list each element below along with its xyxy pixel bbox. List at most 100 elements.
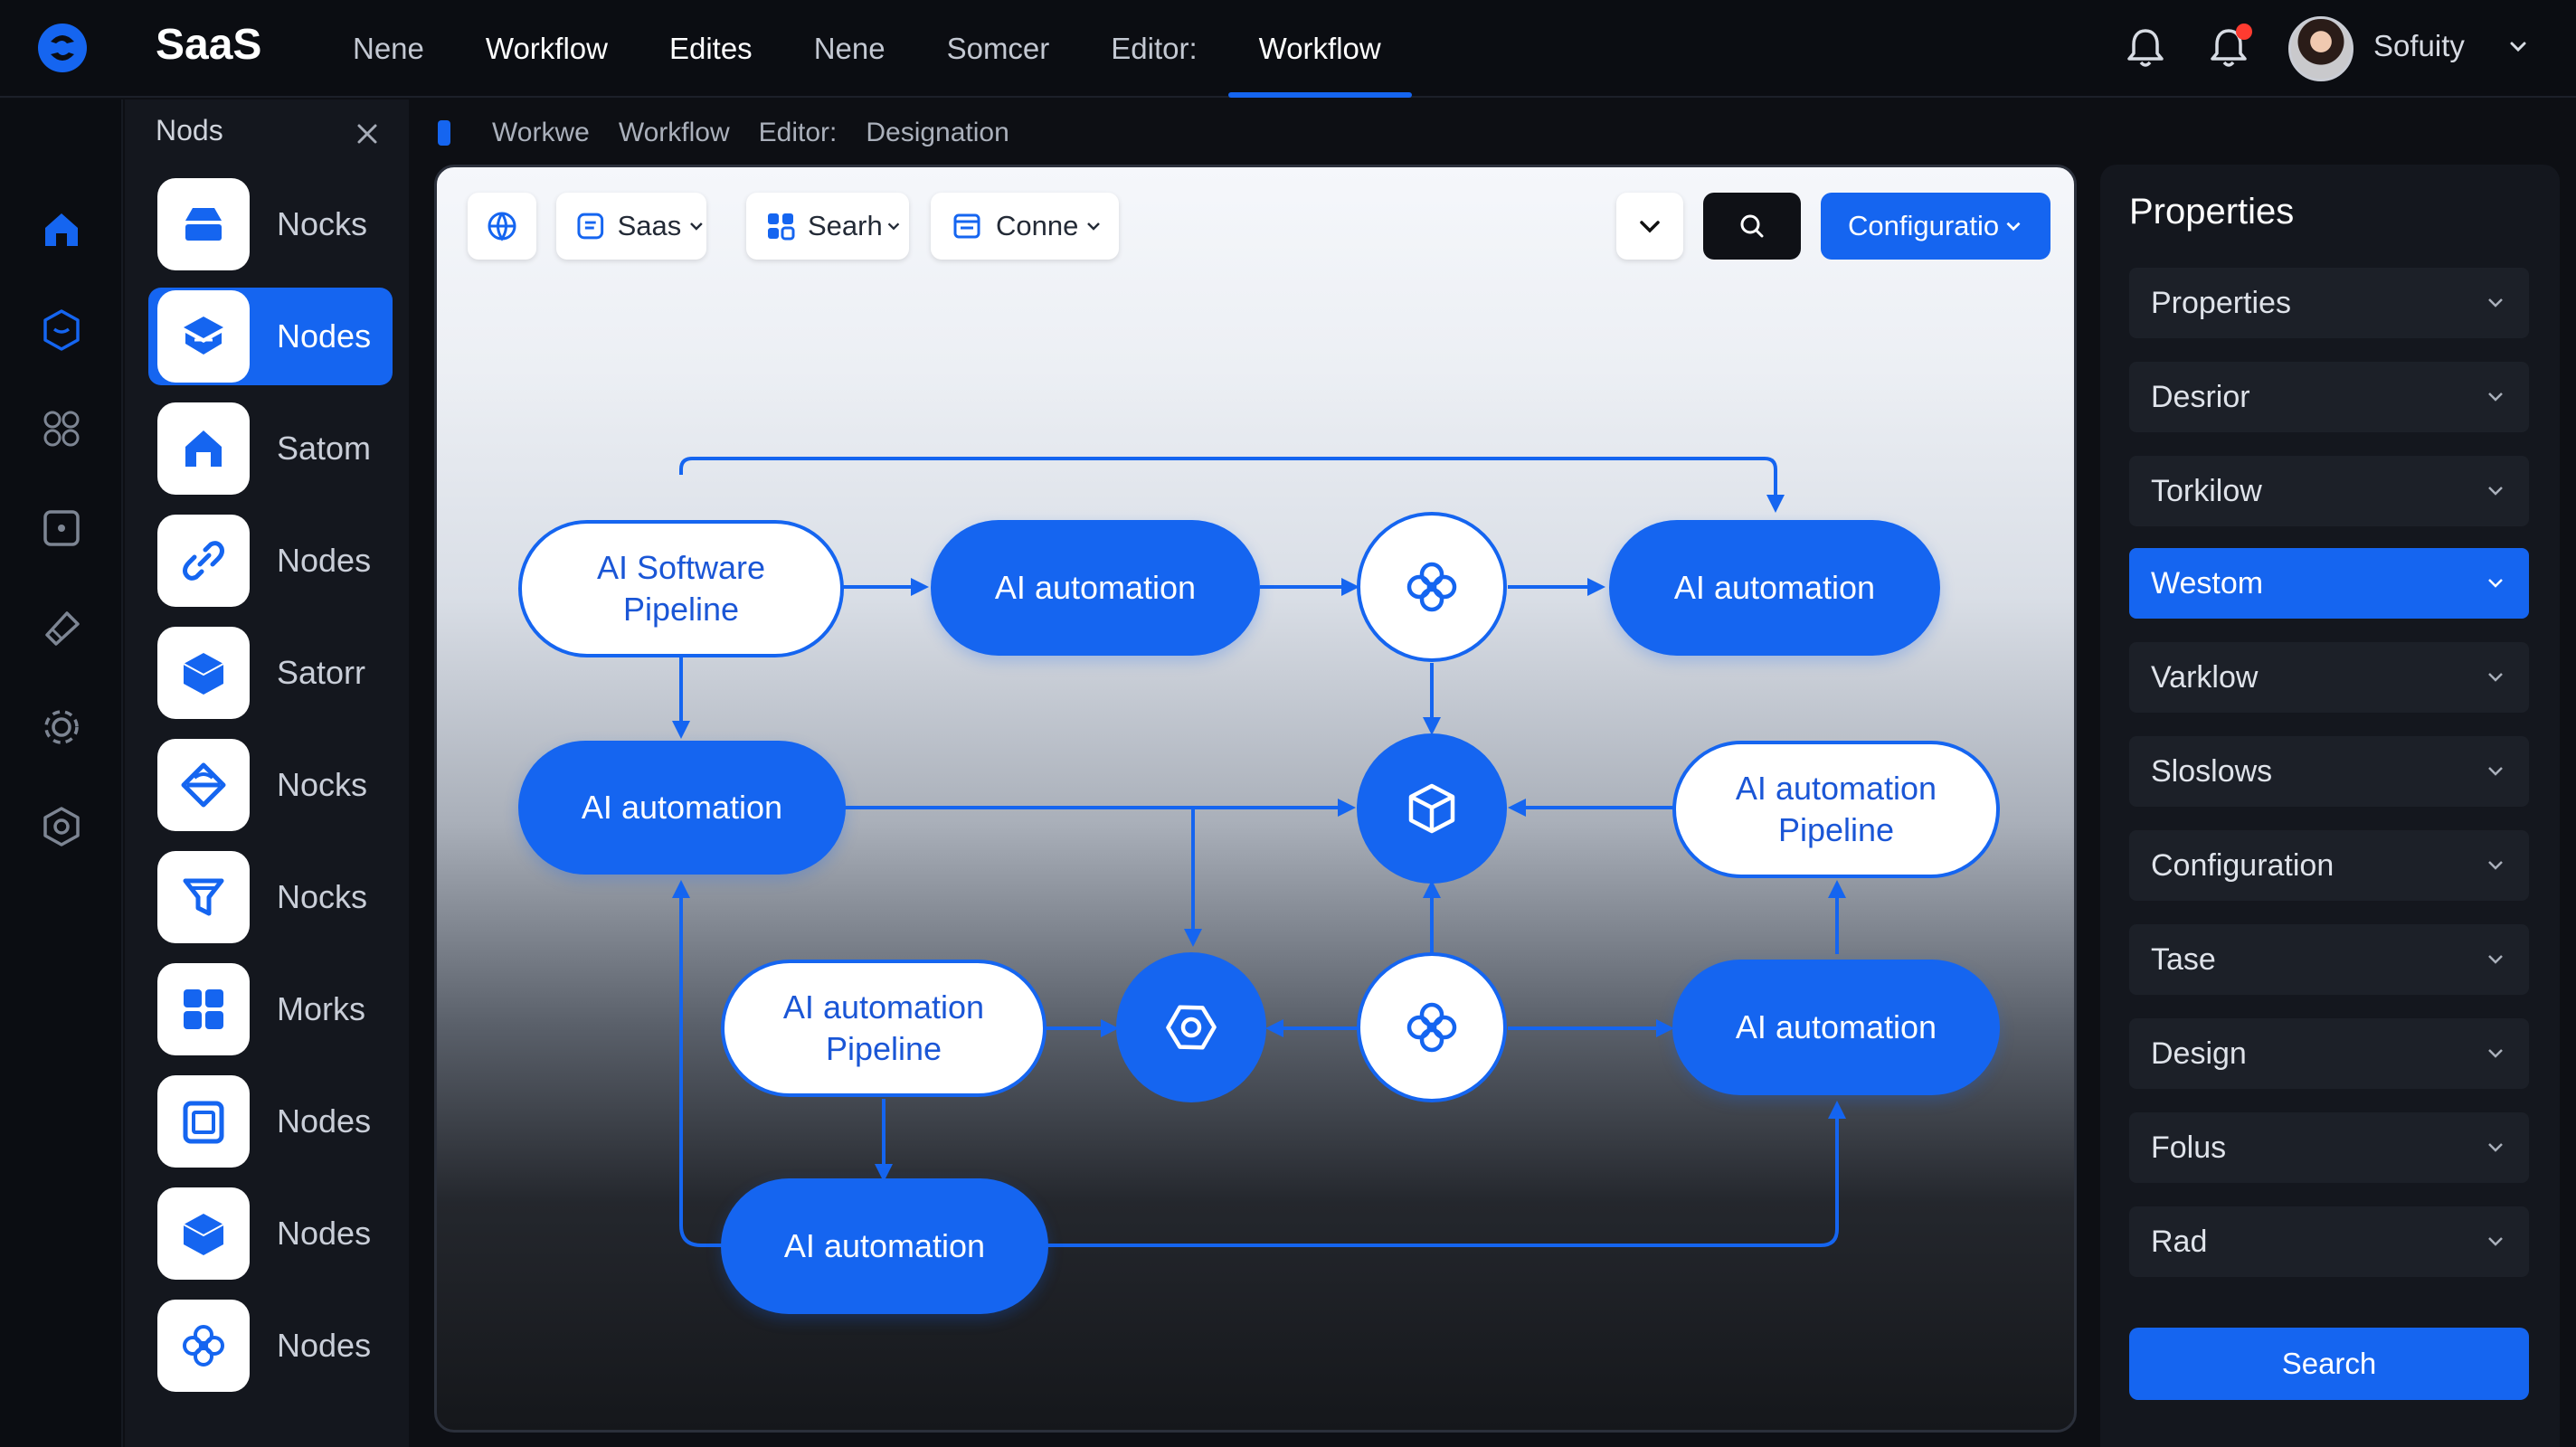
property-row-tase[interactable]: Tase [2129, 924, 2529, 995]
property-row-configuration[interactable]: Configuration [2129, 830, 2529, 901]
breadcrumb-item[interactable]: Designation [866, 118, 1009, 148]
nav-tab-workflow[interactable]: Workflow [455, 0, 639, 98]
chevron-down-icon[interactable] [2505, 34, 2531, 60]
node-item-satom[interactable]: Satom [148, 400, 393, 497]
flow-node-label: AI automation Pipeline [782, 988, 985, 1067]
close-icon[interactable] [351, 118, 384, 150]
atom-icon [1406, 562, 1457, 612]
flow-node-label: AI automation [994, 569, 1197, 606]
properties-panel: Properties Properties Desrior Torkilow W… [2100, 165, 2560, 1447]
bell-icon[interactable] [2124, 25, 2167, 71]
chevron-down-icon [2488, 861, 2503, 870]
node-item-morks[interactable]: Morks [148, 960, 393, 1058]
property-label: Rad [2151, 1224, 2208, 1259]
cube-icon [1408, 783, 1455, 834]
compass-icon [181, 762, 226, 808]
property-row-torkilow[interactable]: Torkilow [2129, 456, 2529, 526]
flow-node-ai-automation-4[interactable]: AI automation [1672, 960, 2000, 1095]
nav-tab-nene-2[interactable]: Nene [783, 0, 916, 98]
breadcrumb-item[interactable]: Editor: [759, 118, 838, 148]
property-row-sloslows[interactable]: Sloslows [2129, 736, 2529, 807]
property-label: Properties [2151, 285, 2291, 320]
node-item-label: Satom [277, 430, 372, 467]
node-item-nodes-4[interactable]: Nodes [148, 1297, 393, 1395]
flow-node-label: AI automation [783, 1227, 986, 1264]
node-item-nodes[interactable]: Nodes [148, 512, 393, 610]
node-item-nodes-3[interactable]: Nodes [148, 1185, 393, 1282]
flow-node-ai-software-pipeline[interactable]: AI Software Pipeline [518, 520, 844, 657]
node-item-satorr[interactable]: Satorr [148, 624, 393, 722]
flow-node-label: AI automation [1735, 1008, 1937, 1045]
flow-node-ai-automation-5[interactable]: AI automation [721, 1178, 1048, 1314]
breadcrumb-marker [438, 120, 450, 146]
flow-node-label: AI automation [581, 789, 783, 826]
box-icon[interactable] [36, 304, 87, 355]
nodes-panel: Nods Nocks Nodes Satom Nodes Satorr Nock… [125, 99, 409, 1447]
property-row-varklow[interactable]: Varklow [2129, 642, 2529, 713]
search-button[interactable]: Search [2129, 1328, 2529, 1400]
node-item-label: Nocks [277, 766, 368, 803]
flow-node-cube[interactable] [1357, 733, 1507, 884]
node-item-label: Nocks [277, 205, 368, 242]
icon-rail [0, 99, 123, 1447]
chevron-down-icon [2488, 1143, 2503, 1152]
property-row-rad[interactable]: Rad [2129, 1206, 2529, 1277]
home-icon[interactable] [36, 204, 87, 255]
node-item-nocks-3[interactable]: Nocks [148, 848, 393, 946]
nav-tab-nene[interactable]: Nene [322, 0, 455, 98]
main-nav: Nene Workflow Edites Nene Somcer Editor:… [322, 0, 1412, 98]
tag-icon[interactable] [36, 602, 87, 653]
gear-icon[interactable] [36, 702, 87, 752]
hexagon-gear-icon[interactable] [36, 801, 87, 852]
node-item-label: Nocks [277, 878, 368, 915]
square-dot-icon[interactable] [36, 503, 87, 553]
cube-icon [183, 653, 224, 695]
flow-node-atom-2[interactable] [1357, 952, 1507, 1102]
chevron-down-icon [2488, 1237, 2503, 1246]
user-name[interactable]: Sofuity [2373, 29, 2465, 63]
property-row-properties[interactable]: Properties [2129, 268, 2529, 338]
grid-icon[interactable] [36, 403, 87, 454]
nav-tab-somcer[interactable]: Somcer [916, 0, 1081, 98]
property-row-westom[interactable]: Westom [2129, 548, 2529, 619]
node-item-label: Nodes [277, 542, 372, 579]
chevron-down-icon [2488, 673, 2503, 682]
node-item-nodes-active[interactable]: Nodes [148, 288, 393, 385]
property-row-desrior[interactable]: Desrior [2129, 362, 2529, 432]
workflow-canvas[interactable]: Saas Searh Conne Configuratio AI Softwar… [434, 165, 2077, 1433]
properties-title: Properties [2129, 192, 2295, 232]
flow-node-ai-automation[interactable]: AI automation [931, 520, 1260, 656]
logo-icon[interactable] [36, 22, 89, 74]
node-item-nocks[interactable]: Nocks [148, 175, 393, 273]
chevron-down-icon [2488, 298, 2503, 307]
property-label: Tase [2151, 941, 2216, 977]
nav-tab-edites[interactable]: Edites [639, 0, 783, 98]
flow-node-ai-automation-pipeline-2[interactable]: AI automation Pipeline [721, 960, 1046, 1097]
node-item-nodes-2[interactable]: Nodes [148, 1073, 393, 1170]
property-label: Varklow [2151, 659, 2259, 695]
funnel-icon [183, 878, 224, 916]
nav-tab-workflow-active[interactable]: Workflow [1227, 0, 1412, 98]
atom-icon [183, 1325, 224, 1367]
property-row-folus[interactable]: Folus [2129, 1112, 2529, 1183]
top-bar: SaaS Nene Workflow Edites Nene Somcer Ed… [0, 0, 2576, 98]
property-row-design[interactable]: Design [2129, 1018, 2529, 1089]
notification-dot [2236, 24, 2252, 40]
stack-icon [184, 317, 223, 355]
flow-node-ai-automation-2[interactable]: AI automation [1609, 520, 1940, 656]
nav-tab-editor[interactable]: Editor: [1080, 0, 1227, 98]
flow-node-atom[interactable] [1357, 512, 1507, 662]
node-item-label: Nodes [277, 1327, 372, 1364]
atom-icon [1406, 1002, 1457, 1053]
node-item-label: Nodes [277, 1102, 372, 1140]
brand-name: SaaS [156, 21, 262, 69]
flow-node-ai-automation-3[interactable]: AI automation [518, 741, 846, 875]
flow-node-hexagon[interactable] [1116, 952, 1266, 1102]
property-label: Torkilow [2151, 473, 2262, 508]
breadcrumb-item[interactable]: Workflow [619, 118, 730, 148]
flow-node-ai-automation-pipeline[interactable]: AI automation Pipeline [1672, 741, 2000, 878]
frame-icon [183, 1101, 224, 1144]
node-item-nocks-2[interactable]: Nocks [148, 736, 393, 834]
breadcrumb-item[interactable]: Workwe [492, 118, 590, 148]
avatar[interactable] [2288, 16, 2353, 81]
